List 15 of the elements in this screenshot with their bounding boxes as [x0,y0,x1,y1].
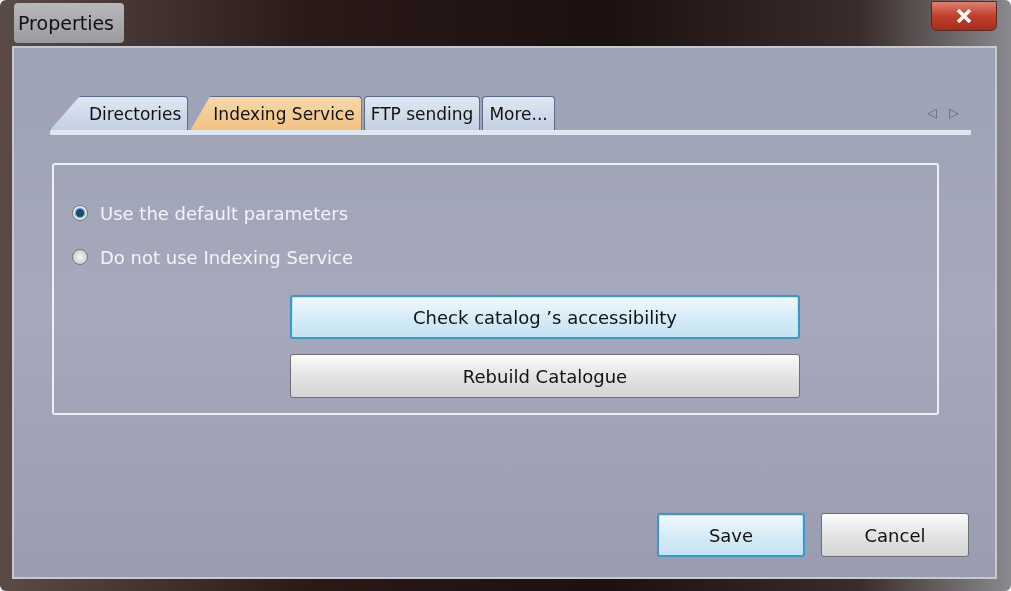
action-button[interactable]: Check catalog ’s accessibility [290,295,800,339]
tab[interactable]: FTP sending [363,96,481,130]
window-title: Properties [14,2,125,44]
close-icon [956,9,972,23]
radio-button[interactable] [72,249,88,265]
tab[interactable]: More... [482,96,555,130]
dialog-button[interactable]: Cancel [821,513,969,557]
tab[interactable]: Directories [50,96,189,130]
radio-button[interactable] [72,205,88,221]
radio-label: Do not use Indexing Service [100,245,353,270]
close-button[interactable] [931,1,997,31]
tab[interactable]: Indexing Service [190,96,362,130]
action-button[interactable]: Rebuild Catalogue [290,354,800,398]
radio-label: Use the default parameters [100,201,349,226]
dialog-button[interactable]: Save [657,513,805,557]
